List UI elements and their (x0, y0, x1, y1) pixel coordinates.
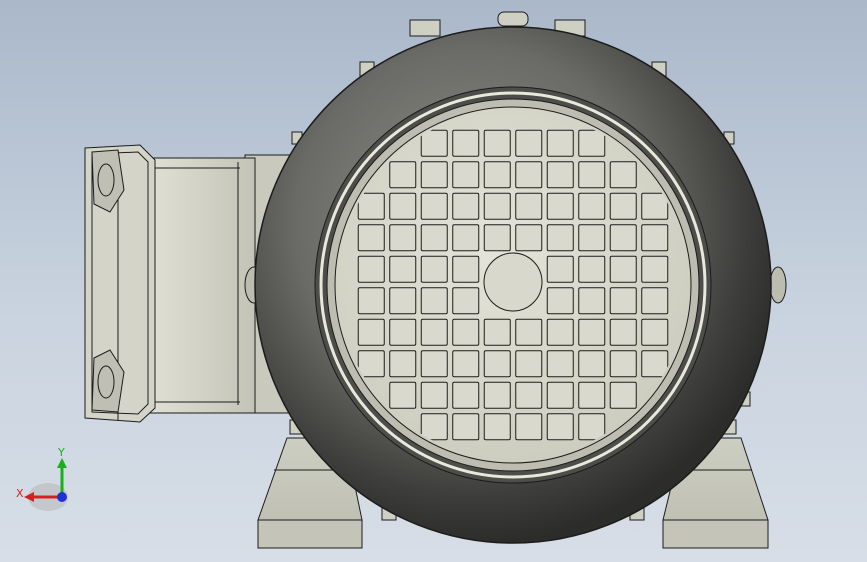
grille-cell (389, 350, 417, 378)
grille-cell (609, 224, 637, 252)
grille-cell (420, 287, 448, 315)
grille-cell (641, 318, 669, 346)
grille-cell (452, 287, 480, 315)
grille-cell (452, 192, 480, 220)
grille-cell (609, 318, 637, 346)
grille-cell (483, 350, 511, 378)
grille-cell (452, 255, 480, 283)
grille-cell (578, 413, 606, 441)
grille-cell (452, 224, 480, 252)
grille-cell (546, 255, 574, 283)
grille-cell (483, 224, 511, 252)
grille-cell (389, 192, 417, 220)
motor-model-scene[interactable]: Y X (0, 0, 867, 562)
grille-cell (546, 161, 574, 189)
grille-cell (578, 192, 606, 220)
grille-cell (609, 255, 637, 283)
grille-cell (546, 413, 574, 441)
grille-cell (389, 255, 417, 283)
grille-cell (452, 413, 480, 441)
grille-cell (452, 318, 480, 346)
grille-cell (357, 224, 385, 252)
grille-cell (389, 381, 417, 409)
grille-cell (483, 129, 511, 157)
grille-cell (483, 381, 511, 409)
grille-cell (641, 350, 669, 378)
grille-cell (515, 129, 543, 157)
grille-cell (357, 255, 385, 283)
grille-cell (389, 318, 417, 346)
grille-cell (420, 161, 448, 189)
grille-cell (578, 255, 606, 283)
grille-cell (546, 287, 574, 315)
grille-cell (515, 413, 543, 441)
grille-cell (578, 129, 606, 157)
grille-cell (389, 161, 417, 189)
grille-cell (420, 224, 448, 252)
grille-cell (546, 192, 574, 220)
grille-cell (578, 350, 606, 378)
side-boss-right (769, 266, 787, 304)
grille-cell (420, 129, 448, 157)
grille-cell (578, 287, 606, 315)
grille-cell (578, 381, 606, 409)
grille-cell (546, 381, 574, 409)
grille-cell (515, 381, 543, 409)
grille-cell (641, 192, 669, 220)
shaft-hub (483, 252, 543, 312)
grille-cell (420, 381, 448, 409)
grille-cell (515, 318, 543, 346)
grille-cell (420, 192, 448, 220)
grille-cell (357, 192, 385, 220)
grille-cell (609, 161, 637, 189)
grille-cell (515, 224, 543, 252)
grille-cell (452, 129, 480, 157)
grille-cell (515, 161, 543, 189)
grille-cell (483, 413, 511, 441)
grille-cell (578, 318, 606, 346)
grille-cell (420, 318, 448, 346)
grille-cell (357, 350, 385, 378)
grille-cell (389, 224, 417, 252)
grille-cell (515, 350, 543, 378)
z-axis-dot (57, 492, 67, 502)
grille-cell (578, 224, 606, 252)
grille-cell (389, 287, 417, 315)
grille-cell (641, 287, 669, 315)
grille-cell (420, 255, 448, 283)
grille-cell (546, 318, 574, 346)
grille-cell (483, 192, 511, 220)
grille-cell (546, 350, 574, 378)
grille-cell (641, 224, 669, 252)
grille-cell (578, 161, 606, 189)
grille-cell (609, 192, 637, 220)
grille-cell (357, 318, 385, 346)
grille-cell (420, 413, 448, 441)
grille-cell (546, 129, 574, 157)
y-axis-arrow (57, 458, 67, 468)
grille-cell (641, 255, 669, 283)
grille-cell (420, 350, 448, 378)
cad-viewport[interactable]: Y X (0, 0, 867, 562)
grille-cell (515, 192, 543, 220)
x-axis-label: X (16, 487, 24, 500)
grille-cell (609, 350, 637, 378)
grille-cell (452, 161, 480, 189)
grille-cell (609, 381, 637, 409)
grille-cell (452, 350, 480, 378)
grille-cell (483, 161, 511, 189)
grille-cell (452, 381, 480, 409)
y-axis-label: Y (57, 446, 65, 459)
coordinate-triad[interactable]: Y X (16, 446, 68, 511)
grille-cell (546, 224, 574, 252)
grille-cell (483, 318, 511, 346)
grille-cell (609, 287, 637, 315)
grille-cell (357, 287, 385, 315)
